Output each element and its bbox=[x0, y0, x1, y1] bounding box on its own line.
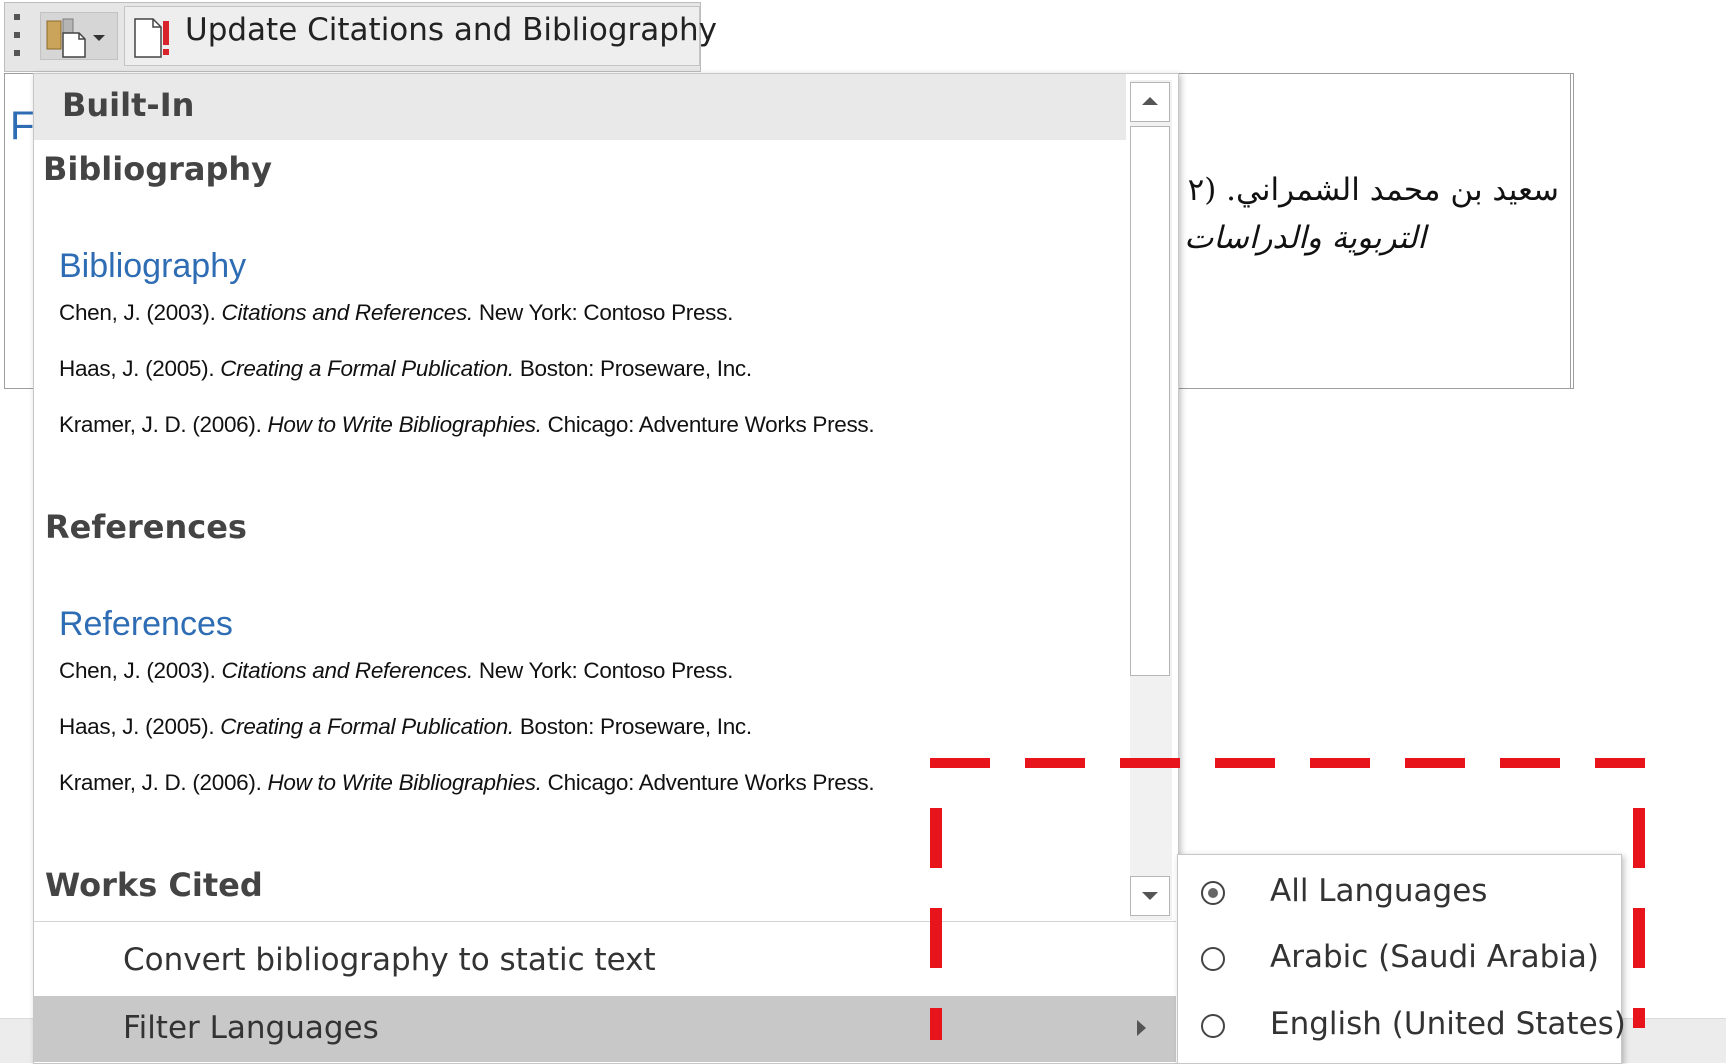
convert-to-static-text-label: Convert bibliography to static text bbox=[123, 942, 656, 978]
arrow-up-icon bbox=[1142, 97, 1158, 105]
chevron-down-icon bbox=[93, 35, 105, 41]
bibliography-entry: Kramer, J. D. (2006). How to Write Bibli… bbox=[59, 770, 875, 795]
scroll-down-button[interactable] bbox=[1130, 876, 1170, 916]
gallery-item-title-works-cited[interactable]: Works Cited bbox=[45, 866, 263, 904]
gallery-category-header bbox=[34, 74, 1126, 140]
bibliography-entry: Haas, J. (2005). Creating a Formal Publi… bbox=[59, 356, 752, 381]
drag-grip-icon[interactable] bbox=[14, 14, 22, 56]
preview-heading: Bibliography bbox=[59, 247, 247, 285]
language-option-label: Arabic (Saudi Arabia) bbox=[1270, 939, 1600, 975]
gallery-item-title-references: References bbox=[45, 508, 247, 546]
scroll-up-button[interactable] bbox=[1130, 82, 1170, 122]
submenu-arrow-icon bbox=[1137, 1020, 1146, 1036]
radio-unselected-icon bbox=[1201, 947, 1225, 971]
radio-selected-icon bbox=[1201, 881, 1225, 905]
gallery-item-title-bibliography: Bibliography bbox=[43, 150, 273, 188]
annotation-highlight-right bbox=[1633, 808, 1645, 1028]
update-citations-label: Update Citations and Bibliography bbox=[185, 12, 717, 48]
update-document-icon bbox=[134, 18, 169, 58]
bibliography-entry: Chen, J. (2003). Citations and Reference… bbox=[59, 658, 734, 683]
bibliographies-dropdown-button[interactable] bbox=[40, 12, 118, 60]
annotation-highlight-top bbox=[930, 758, 1645, 768]
annotation-highlight-left bbox=[930, 808, 942, 1040]
language-option-label: All Languages bbox=[1270, 873, 1488, 909]
menu-separator bbox=[34, 921, 1176, 922]
bibliography-icon bbox=[46, 18, 105, 58]
preview-heading: References bbox=[59, 605, 233, 643]
scrollbar-thumb[interactable] bbox=[1130, 126, 1170, 676]
radio-unselected-icon bbox=[1201, 1014, 1225, 1038]
filter-languages-label: Filter Languages bbox=[123, 1010, 379, 1046]
arabic-text-line-2: التربوية والدراسات bbox=[1184, 220, 1426, 256]
language-option-label: English (United States) bbox=[1270, 1006, 1626, 1042]
bibliography-entry: Chen, J. (2003). Citations and Reference… bbox=[59, 300, 734, 325]
arabic-text-line-1: سعيد بن محمد الشمراني. (٢ bbox=[1187, 172, 1559, 208]
gallery-item-references[interactable]: References Chen, J. (2003). Citations an… bbox=[40, 563, 1120, 813]
bibliography-entry: Haas, J. (2005). Creating a Formal Publi… bbox=[59, 714, 752, 739]
bibliography-entry: Kramer, J. D. (2006). How to Write Bibli… bbox=[59, 412, 875, 437]
arrow-down-icon bbox=[1142, 892, 1158, 900]
gallery-category-label: Built-In bbox=[62, 86, 195, 124]
gallery-item-bibliography[interactable]: Bibliography Chen, J. (2003). Citations … bbox=[40, 205, 1120, 455]
document-heading-fragment: F bbox=[10, 104, 35, 148]
